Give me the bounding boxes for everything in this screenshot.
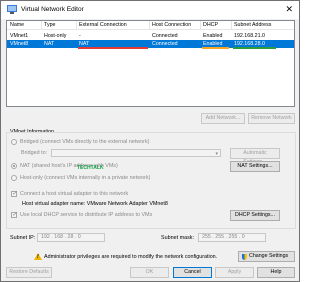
- cell-type: NAT: [44, 41, 55, 47]
- bridged-radio[interactable]: [11, 139, 17, 145]
- column-header-host-connection[interactable]: Host Connection: [152, 22, 191, 28]
- use-dhcp-label: Use local DHCP service to distribute IP …: [20, 212, 153, 218]
- window-title: Virtual Network Editor: [21, 6, 84, 13]
- cell-dhcp: Enabled: [203, 33, 223, 39]
- subnet-mask-field[interactable]: 255 . 255 . 255 . 0: [198, 233, 266, 242]
- cell-host: Connected: [152, 41, 178, 47]
- column-header-type[interactable]: Type: [44, 22, 55, 28]
- adapter-name-label: Host virtual adapter name: VMware Networ…: [22, 201, 168, 207]
- cell-name: VMnet8: [10, 41, 29, 47]
- apply-button[interactable]: Apply: [215, 267, 254, 278]
- chevron-down-icon: ▾: [215, 151, 218, 157]
- external-underline: [78, 47, 148, 49]
- dhcp-settings-button[interactable]: DHCP Settings...: [230, 210, 280, 221]
- nat-radio[interactable]: [11, 163, 17, 169]
- connect-adapter-checkbox[interactable]: [11, 190, 17, 197]
- cell-name: VMnet1: [10, 33, 29, 39]
- cancel-button[interactable]: Cancel: [173, 267, 212, 278]
- ok-button[interactable]: OK: [130, 267, 169, 278]
- close-icon[interactable]: ✕: [285, 4, 293, 14]
- column-header-dhcp[interactable]: DHCP: [203, 22, 218, 28]
- use-dhcp-checkbox[interactable]: [11, 211, 17, 218]
- title-bar: Virtual Network Editor ✕: [1, 1, 299, 19]
- bridged-to-label: Bridged to:: [21, 150, 48, 156]
- subnet-ip-label: Subnet IP:: [10, 235, 36, 241]
- column-header-name[interactable]: Name: [10, 22, 24, 28]
- add-network-button[interactable]: Add Network...: [201, 113, 245, 124]
- table-row-selected[interactable]: VMnet8 NAT NAT Connected Enabled 192.168…: [7, 40, 294, 49]
- network-list-header: Name Type External Connection Host Conne…: [7, 21, 294, 30]
- bridged-label: Bridged (connect VMs directly to the ext…: [20, 139, 150, 145]
- change-settings-label: Change Settings: [249, 253, 289, 259]
- uac-shield-icon: [242, 254, 247, 260]
- nat-settings-button[interactable]: NAT Settings...: [230, 161, 280, 172]
- table-row[interactable]: VMnet1 Host-only - Connected Enabled 192…: [7, 32, 294, 40]
- cell-subnet: 192.168.21.0: [234, 33, 265, 39]
- bridged-to-select[interactable]: ▾: [51, 149, 221, 157]
- watermark-logo: TECHTALK: [77, 165, 104, 171]
- cell-host: Connected: [152, 33, 178, 39]
- network-app-icon: [7, 5, 17, 14]
- cell-type: Host-only: [44, 33, 67, 39]
- host-only-radio[interactable]: [11, 175, 17, 181]
- help-button[interactable]: Help: [257, 267, 295, 278]
- restore-defaults-button[interactable]: Restore Defaults: [6, 267, 52, 278]
- change-settings-button[interactable]: Change Settings: [238, 251, 295, 262]
- remove-network-button[interactable]: Remove Network: [248, 113, 295, 124]
- subnet-underline: [233, 47, 276, 49]
- network-list[interactable]: Name Type External Connection Host Conne…: [6, 20, 295, 107]
- subnet-mask-label: Subnet mask:: [161, 235, 194, 241]
- subnet-ip-field[interactable]: 192 . 168 . 28 . 0: [37, 233, 105, 242]
- admin-notice: Administrator privileges are required to…: [44, 254, 218, 260]
- automatic-settings-button[interactable]: Automatic Settings...: [230, 148, 280, 165]
- host-only-label: Host-only (connect VMs internally in a p…: [20, 175, 151, 181]
- column-header-subnet-address[interactable]: Subnet Address: [234, 22, 271, 28]
- column-header-external-connection[interactable]: External Connection: [79, 22, 127, 28]
- cell-external: -: [79, 33, 81, 39]
- warning-icon: [34, 253, 42, 260]
- virtual-network-editor-window: Virtual Network Editor ✕ Name Type Exter…: [0, 0, 300, 282]
- dhcp-underline: [202, 47, 229, 49]
- connect-adapter-label: Connect a host virtual adapter to this n…: [20, 191, 129, 197]
